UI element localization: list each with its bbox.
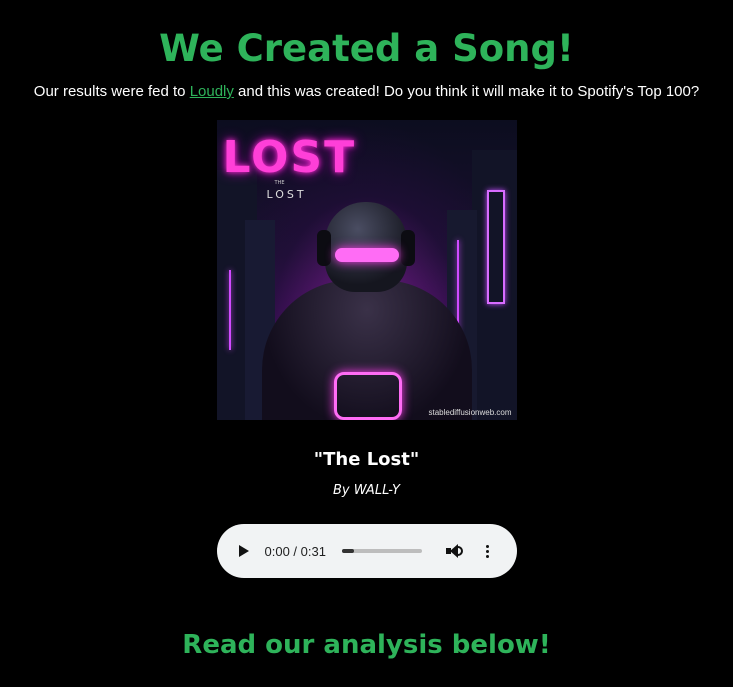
cover-neon-line — [228, 270, 231, 350]
more-options-icon[interactable] — [485, 544, 489, 558]
seek-slider[interactable] — [341, 549, 422, 553]
intro-text-start: Our results were fed to — [33, 83, 190, 100]
page-title: We Created a Song! — [159, 27, 574, 70]
intro-text: Our results were fed to Loudly and this … — [0, 82, 733, 102]
cover-neon-sign — [486, 190, 505, 304]
song-artist: By WALL-Y — [332, 483, 400, 498]
volume-icon[interactable] — [445, 544, 464, 558]
cover-chest-light — [333, 372, 402, 420]
play-icon[interactable] — [238, 545, 249, 557]
analysis-heading: Read our analysis below! — [182, 630, 551, 660]
page: We Created a Song! Our results were fed … — [0, 0, 733, 662]
time-display: 0:00 / 0:31 — [264, 543, 326, 559]
seek-progress — [341, 549, 354, 553]
intro-text-end: and this was created! Do you think it wi… — [233, 83, 700, 100]
cover-logo: LOST — [222, 132, 357, 183]
cover-subtitle: LOST — [266, 188, 307, 201]
loudly-link[interactable]: Loudly — [190, 83, 234, 100]
cover-watermark: stablediffusionweb.com — [428, 408, 512, 417]
cover-neon-line — [456, 240, 459, 330]
cover-figure-helmet — [324, 202, 407, 292]
song-title: "The Lost" — [313, 449, 420, 470]
cover-headphone-right — [400, 230, 415, 266]
audio-player: 0:00 / 0:31 — [216, 524, 517, 578]
album-cover-image: LOST THE LOST stablediffusionweb.com — [216, 120, 517, 420]
cover-headphone-left — [316, 230, 331, 266]
cover-visor — [334, 248, 399, 262]
cover-the-text: THE — [274, 180, 285, 186]
